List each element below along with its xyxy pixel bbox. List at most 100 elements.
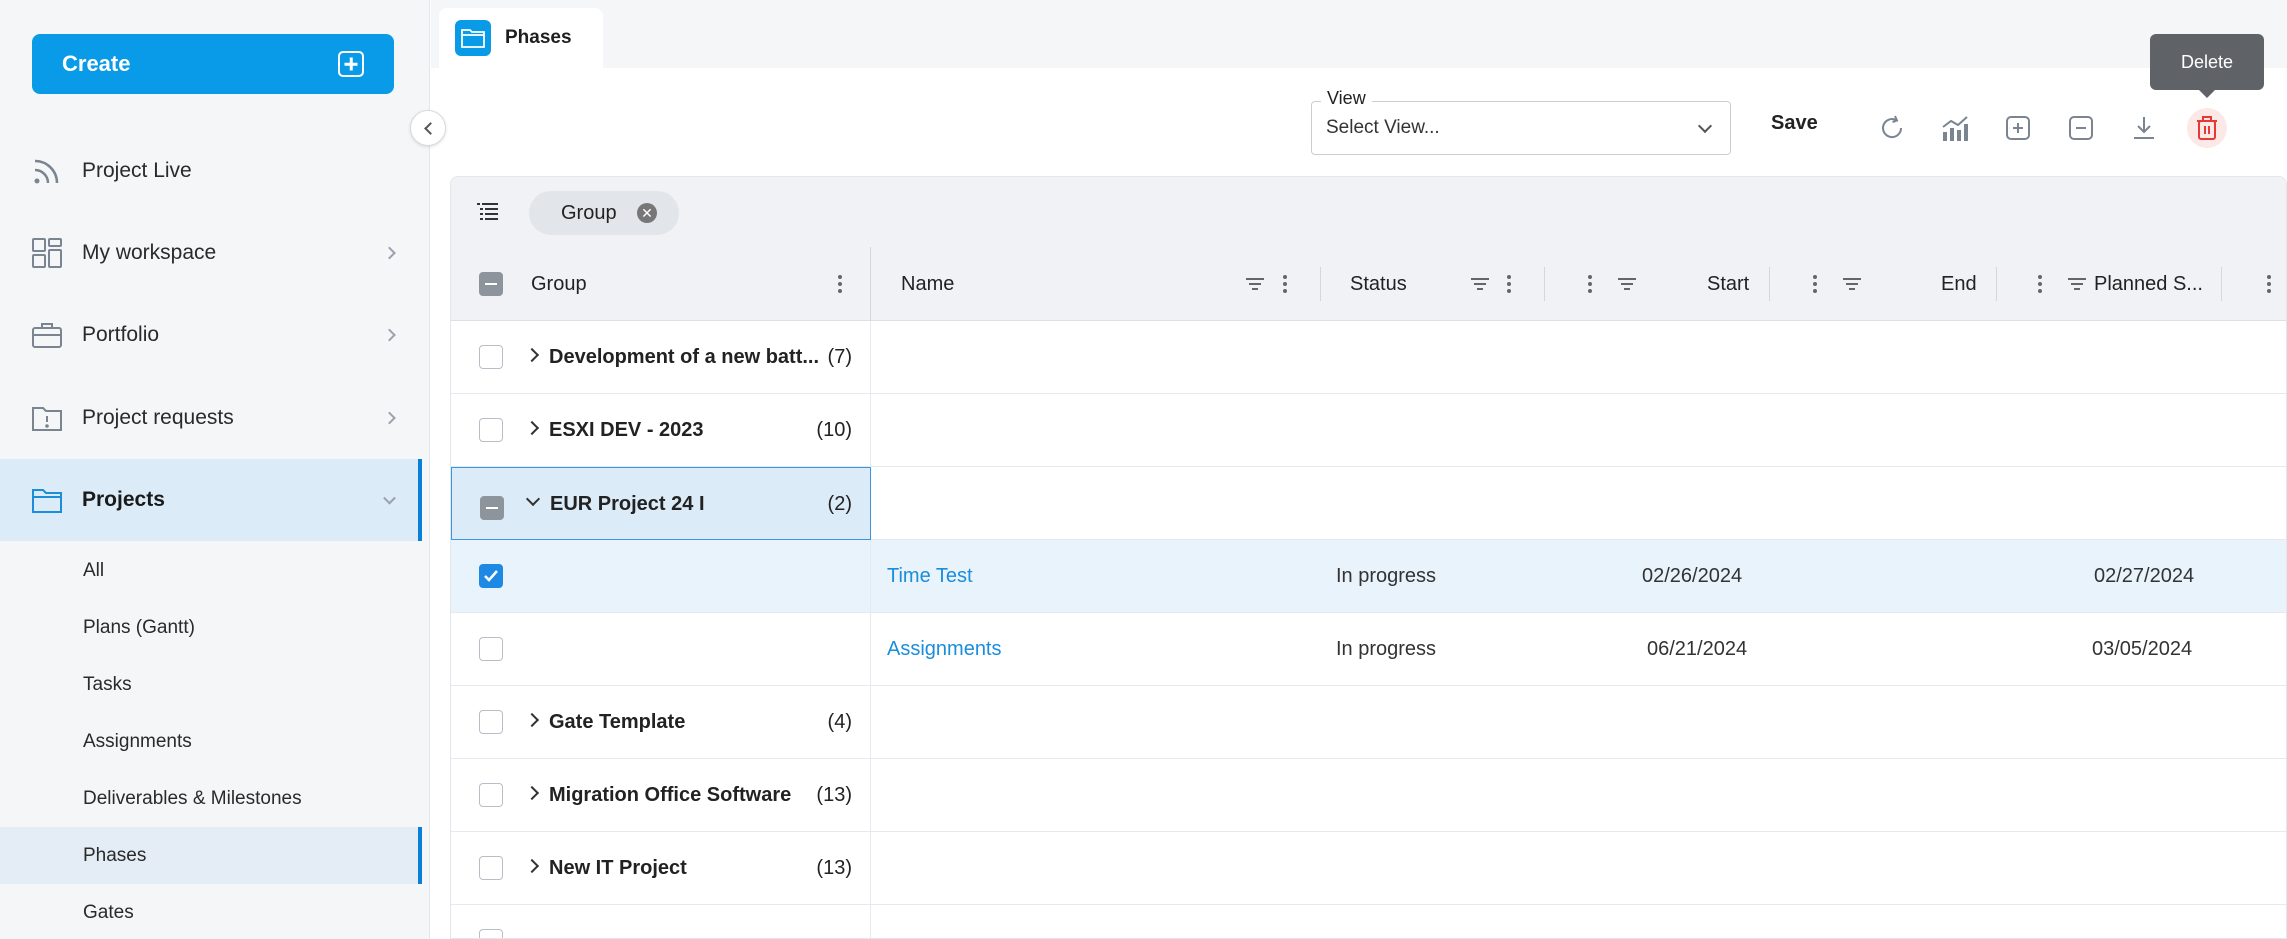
sub-item-label: Tasks <box>83 673 132 695</box>
download-button[interactable] <box>2124 108 2164 148</box>
row-checkbox[interactable] <box>479 856 503 880</box>
delete-button[interactable] <box>2187 108 2227 148</box>
select-all-checkbox[interactable] <box>479 272 503 296</box>
row-checkbox[interactable] <box>480 495 504 520</box>
remove-chip-icon[interactable]: ✕ <box>637 203 657 223</box>
column-menu-icon[interactable] <box>1807 275 1823 293</box>
sub-item-tasks[interactable]: Tasks <box>0 656 422 713</box>
column-label: Start <box>1707 272 1750 295</box>
collapse-chevron-icon[interactable] <box>525 491 541 507</box>
group-count: (10) <box>816 419 852 441</box>
grid-header: Group Name Status Start End Planned S... <box>451 247 2286 321</box>
group-row[interactable]: Gate Template (4) <box>451 686 2286 759</box>
tab-phases[interactable]: Phases <box>439 8 603 68</box>
filter-icon[interactable] <box>1617 278 1637 290</box>
chevron-left-icon <box>423 121 437 135</box>
phase-name-link[interactable]: Assignments <box>887 613 1002 686</box>
group-chip[interactable]: Group ✕ <box>529 191 679 235</box>
column-menu-icon[interactable] <box>1582 275 1598 293</box>
view-select[interactable]: Select View... <box>1311 101 1731 155</box>
phase-name-link[interactable]: Time Test <box>887 540 973 613</box>
status-cell: In progress <box>1336 638 1437 660</box>
expand-chevron-icon[interactable] <box>524 858 540 874</box>
grouping-list-icon[interactable] <box>477 201 499 226</box>
expand-chevron-icon[interactable] <box>524 420 540 436</box>
grouping-bar: Group ✕ <box>451 177 2286 247</box>
chevron-right-icon <box>383 246 396 260</box>
column-label: End <box>1941 272 1977 295</box>
row-checkbox[interactable] <box>479 929 503 938</box>
column-label: Status <box>1350 272 1407 295</box>
folder-alert-icon <box>30 401 64 435</box>
sub-item-phases[interactable]: Phases <box>0 827 422 884</box>
column-menu-icon[interactable] <box>832 275 848 293</box>
table-row[interactable]: Assignments In progress 06/21/2024 03/05… <box>451 613 2286 686</box>
sub-item-label: Assignments <box>83 730 192 752</box>
dashboard-icon <box>30 236 64 270</box>
column-header-status[interactable]: Status <box>1350 247 1407 321</box>
collapse-all-button[interactable] <box>2061 108 2101 148</box>
group-name: EUR Project 24 I <box>550 493 705 515</box>
create-button[interactable]: Create <box>32 34 394 94</box>
row-checkbox[interactable] <box>479 345 503 369</box>
nav-item-project-requests[interactable]: Project requests <box>0 377 422 459</box>
chevron-down-icon <box>1697 118 1713 134</box>
column-header-start[interactable]: Start <box>1707 247 1749 321</box>
group-row[interactable] <box>451 905 2286 938</box>
plus-square-icon <box>2006 116 2030 140</box>
nav-label: Projects <box>82 488 165 511</box>
sub-item-all[interactable]: All <box>0 542 422 599</box>
start-date-cell: 02/26/2024 <box>1642 565 1743 587</box>
tab-bar: Phases <box>431 0 2287 68</box>
row-checkbox[interactable] <box>479 418 503 442</box>
group-row[interactable]: EUR Project 24 I (2) <box>451 467 2286 540</box>
column-label: Name <box>901 272 955 295</box>
sub-item-label: Gates <box>83 901 134 923</box>
nav-item-my-workspace[interactable]: My workspace <box>0 212 422 294</box>
group-row[interactable]: Migration Office Software (13) <box>451 759 2286 832</box>
group-row[interactable]: New IT Project (13) <box>451 832 2286 905</box>
column-menu-icon[interactable] <box>2032 275 2048 293</box>
group-row[interactable]: Development of a new batt... (7) <box>451 321 2286 394</box>
chart-icon <box>1942 116 1968 141</box>
table-row[interactable]: Time Test In progress 02/26/2024 02/27/2… <box>451 540 2286 613</box>
chart-button[interactable] <box>1935 108 1975 148</box>
save-button[interactable]: Save <box>1771 112 1818 135</box>
filter-icon[interactable] <box>2067 278 2087 290</box>
nav-label: My workspace <box>82 241 217 264</box>
column-menu-icon[interactable] <box>2261 275 2277 293</box>
column-header-planned[interactable]: Planned S... <box>2094 247 2203 321</box>
column-header-end[interactable]: End <box>1941 247 1977 321</box>
expand-chevron-icon[interactable] <box>524 712 540 728</box>
expand-chevron-icon[interactable] <box>524 785 540 801</box>
sub-item-deliverables[interactable]: Deliverables & Milestones <box>0 770 422 827</box>
group-name: Gate Template <box>549 711 686 733</box>
filter-icon[interactable] <box>1842 278 1862 290</box>
view-label: View <box>1321 88 1372 109</box>
row-checkbox[interactable] <box>479 783 503 807</box>
column-menu-icon[interactable] <box>1501 275 1517 293</box>
expand-all-button[interactable] <box>1998 108 2038 148</box>
filter-icon[interactable] <box>1245 278 1265 290</box>
filter-icon[interactable] <box>1470 278 1490 290</box>
nav-item-projects[interactable]: Projects <box>0 459 422 541</box>
column-menu-icon[interactable] <box>1277 275 1293 293</box>
column-header-name[interactable]: Name <box>901 247 954 321</box>
chevron-down-icon <box>383 491 396 505</box>
nav-item-portfolio[interactable]: Portfolio <box>0 294 422 376</box>
nav-label: Portfolio <box>82 323 160 346</box>
expand-chevron-icon[interactable] <box>524 347 540 363</box>
sub-item-label: Phases <box>83 844 147 866</box>
row-checkbox[interactable] <box>479 637 503 661</box>
group-row[interactable]: ESXI DEV - 2023 (10) <box>451 394 2286 467</box>
nav-item-project-live[interactable]: Project Live <box>0 130 422 212</box>
chevron-right-icon <box>383 328 396 342</box>
collapse-sidebar-button[interactable] <box>410 110 446 146</box>
refresh-button[interactable] <box>1872 108 1912 148</box>
row-checkbox[interactable] <box>479 564 503 588</box>
sub-item-gates[interactable]: Gates <box>0 884 422 939</box>
row-checkbox[interactable] <box>479 710 503 734</box>
column-header-group[interactable]: Group <box>531 247 587 321</box>
sub-item-assignments[interactable]: Assignments <box>0 713 422 770</box>
sub-item-plans-gantt[interactable]: Plans (Gantt) <box>0 599 422 656</box>
